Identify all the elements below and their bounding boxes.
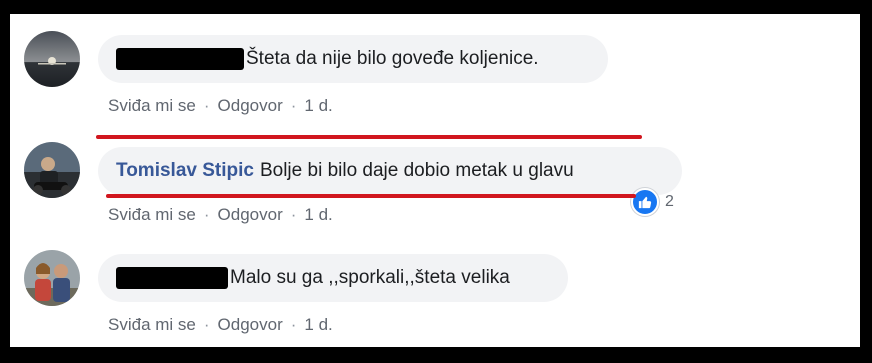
avatar[interactable]: [24, 142, 80, 198]
redacted-author: [116, 267, 228, 289]
separator: ·: [203, 315, 210, 334]
timestamp[interactable]: 1 d.: [304, 315, 332, 335]
separator: ·: [290, 96, 297, 115]
comment-actions: Sviđa mi se · Odgovor · 1 d.: [108, 205, 333, 225]
screenshot-frame: Šteta da nije bilo goveđe koljenice. Svi…: [10, 14, 860, 347]
timestamp[interactable]: 1 d.: [304, 96, 332, 116]
annotation-underline: [106, 194, 636, 198]
like-link[interactable]: Sviđa mi se: [108, 315, 196, 335]
annotation-underline: [96, 135, 642, 139]
separator: ·: [290, 315, 297, 334]
comment-text: Bolje bi bilo daje dobio metak u glavu: [259, 160, 574, 181]
like-link[interactable]: Sviđa mi se: [108, 205, 196, 225]
reply-link[interactable]: Odgovor: [218, 96, 283, 116]
comment-actions: Sviđa mi se · Odgovor · 1 d.: [108, 315, 333, 335]
timestamp[interactable]: 1 d.: [304, 205, 332, 225]
comment-text: Šteta da nije bilo goveđe koljenice.: [246, 48, 539, 69]
separator: ·: [203, 205, 210, 224]
comment-text: Malo su ga ,,sporkali,,šteta velika: [230, 267, 510, 288]
reaction-summary[interactable]: 2: [631, 188, 674, 216]
separator: ·: [290, 205, 297, 224]
separator: ·: [203, 96, 210, 115]
reply-link[interactable]: Odgovor: [218, 205, 283, 225]
thumbs-up-icon: [631, 188, 659, 216]
comment-actions: Sviđa mi se · Odgovor · 1 d.: [108, 96, 333, 116]
reaction-count: 2: [665, 193, 674, 210]
comment-bubble: Malo su ga ,,sporkali,,šteta velika: [98, 254, 568, 302]
avatar[interactable]: [24, 250, 80, 306]
like-link[interactable]: Sviđa mi se: [108, 96, 196, 116]
redacted-author: [116, 48, 244, 70]
comment-bubble: Šteta da nije bilo goveđe koljenice.: [98, 35, 608, 83]
author-name[interactable]: Tomislav Stipic: [116, 160, 254, 182]
reply-link[interactable]: Odgovor: [218, 315, 283, 335]
avatar[interactable]: [24, 31, 80, 87]
comment-bubble: Tomislav Stipic Bolje bi bilo daje dobio…: [98, 147, 682, 195]
